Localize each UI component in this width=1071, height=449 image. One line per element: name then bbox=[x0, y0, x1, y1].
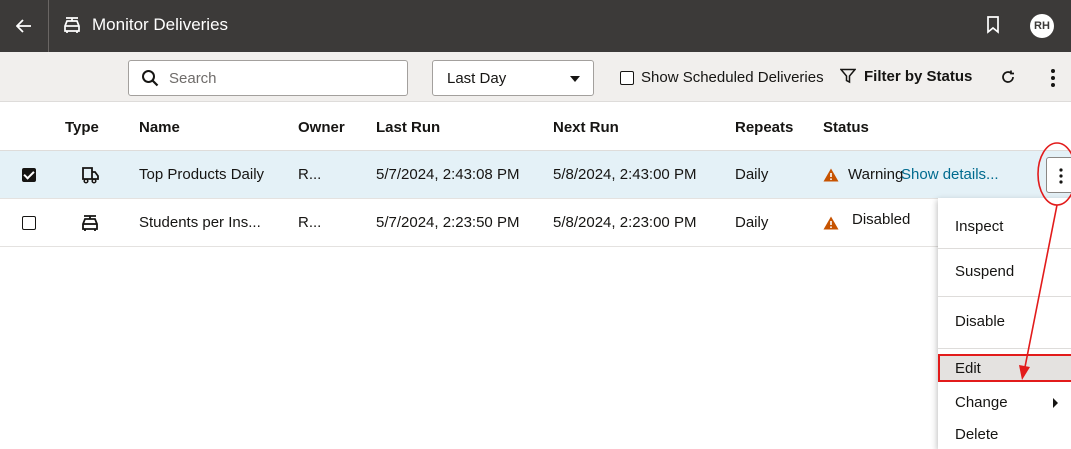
column-header-name[interactable]: Name bbox=[139, 119, 180, 136]
time-range-value: Last Day bbox=[447, 70, 507, 87]
bookmark-icon[interactable] bbox=[986, 16, 1000, 34]
table-row[interactable]: Students per Ins... R... 5/7/2024, 2:23:… bbox=[0, 199, 1071, 247]
row-last-run: 5/7/2024, 2:23:50 PM bbox=[376, 214, 520, 231]
menu-item-change[interactable]: Change bbox=[938, 390, 1071, 414]
row-owner: R... bbox=[298, 214, 322, 231]
row-next-run: 5/8/2024, 2:43:00 PM bbox=[553, 166, 697, 183]
show-scheduled-checkbox[interactable] bbox=[620, 71, 634, 85]
row-checkbox[interactable] bbox=[22, 216, 36, 230]
menu-item-inspect[interactable]: Inspect bbox=[938, 198, 1071, 248]
column-header-next-run[interactable]: Next Run bbox=[553, 119, 619, 136]
avatar[interactable]: RH bbox=[1030, 14, 1054, 38]
car-icon bbox=[82, 215, 98, 231]
back-button[interactable] bbox=[0, 0, 48, 52]
menu-item-label: Change bbox=[955, 394, 1008, 411]
title-separator bbox=[48, 0, 49, 52]
menu-item-label: Edit bbox=[955, 360, 981, 377]
row-context-menu: Inspect Suspend Disable Edit Change Dele… bbox=[938, 198, 1071, 449]
warning-icon bbox=[823, 168, 839, 182]
delivery-car-icon bbox=[64, 17, 80, 33]
more-vertical-icon bbox=[1059, 168, 1063, 184]
table-row[interactable]: Top Products Daily R... 5/7/2024, 2:43:0… bbox=[0, 151, 1071, 199]
chevron-right-icon bbox=[1053, 398, 1058, 408]
filter-icon[interactable] bbox=[840, 68, 856, 84]
menu-item-label: Inspect bbox=[955, 218, 1004, 235]
row-divider bbox=[0, 246, 1071, 247]
refresh-icon[interactable] bbox=[1001, 70, 1015, 84]
menu-item-label: Delete bbox=[955, 426, 999, 443]
row-name[interactable]: Top Products Daily bbox=[139, 166, 264, 183]
more-vertical-icon[interactable] bbox=[1050, 68, 1056, 88]
show-details-link[interactable]: Show details... bbox=[901, 166, 999, 183]
menu-item-edit[interactable]: Edit bbox=[938, 354, 1071, 382]
arrow-left-icon bbox=[16, 19, 31, 33]
menu-divider bbox=[938, 348, 1071, 349]
row-owner: R... bbox=[298, 166, 322, 183]
filter-by-status-button[interactable]: Filter by Status bbox=[864, 68, 972, 85]
column-header-type[interactable]: Type bbox=[65, 119, 99, 136]
menu-item-disable[interactable]: Disable bbox=[938, 297, 1071, 346]
search-input[interactable] bbox=[169, 67, 399, 89]
column-header-owner[interactable]: Owner bbox=[298, 119, 345, 136]
row-repeats: Daily bbox=[735, 214, 769, 231]
status-badge: Disabled bbox=[852, 211, 911, 228]
menu-item-delete[interactable]: Delete bbox=[938, 420, 1071, 444]
row-repeats: Daily bbox=[735, 166, 769, 183]
chevron-down-icon bbox=[570, 76, 580, 82]
column-header-status[interactable]: Status bbox=[823, 119, 869, 136]
column-header-last-run[interactable]: Last Run bbox=[376, 119, 440, 136]
menu-item-label: Suspend bbox=[955, 263, 1015, 280]
warning-icon bbox=[823, 216, 839, 230]
row-actions-button[interactable] bbox=[1046, 157, 1071, 193]
search-icon bbox=[142, 70, 159, 87]
column-header-repeats[interactable]: Repeats bbox=[735, 119, 793, 136]
status-badge: Warning bbox=[848, 166, 904, 183]
time-range-select[interactable]: Last Day bbox=[432, 60, 594, 96]
row-name[interactable]: Students per Ins... bbox=[139, 214, 261, 231]
page-title: Monitor Deliveries bbox=[92, 15, 229, 34]
show-scheduled-label[interactable]: Show Scheduled Deliveries bbox=[641, 69, 824, 86]
row-last-run: 5/7/2024, 2:43:08 PM bbox=[376, 166, 520, 183]
menu-item-suspend[interactable]: Suspend bbox=[938, 249, 1071, 296]
row-next-run: 5/8/2024, 2:23:00 PM bbox=[553, 214, 697, 231]
row-checkbox[interactable] bbox=[22, 168, 36, 182]
toolbar: Last Day Show Scheduled Deliveries Filte… bbox=[0, 52, 1071, 102]
truck-icon bbox=[82, 167, 99, 184]
search-box[interactable] bbox=[128, 60, 408, 96]
title-bar: Monitor Deliveries RH bbox=[0, 0, 1071, 52]
menu-item-label: Disable bbox=[955, 313, 1006, 330]
